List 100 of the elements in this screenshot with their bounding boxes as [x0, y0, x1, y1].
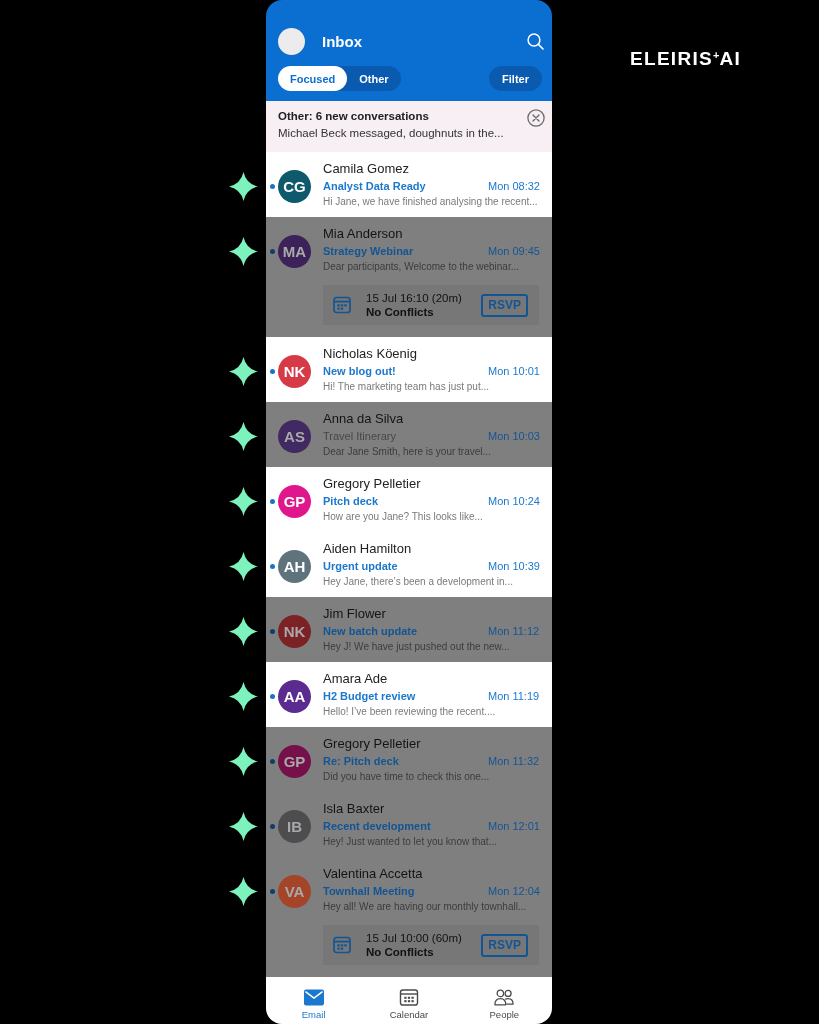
email-preview: Dear participants, Welcome to the webinar...: [323, 260, 521, 274]
sender-name: Camila Gomez: [323, 160, 410, 178]
email-row[interactable]: AS Anna da Silva Travel Itinerary Mon 10:03 Dear Jane Smith, here is your travel...: [266, 402, 552, 467]
email-row[interactable]: GP Gregory Pelletier Pitch deck Mon 10:24 How are you Jane? This looks like...: [266, 467, 552, 532]
sparkle-icon: [229, 877, 258, 906]
avatar: NK: [278, 615, 311, 648]
email-subject: Urgent update: [323, 560, 399, 572]
email-time: Mon 08:32: [488, 180, 541, 192]
email-time: Mon 10:01: [488, 365, 541, 377]
avatar: CG: [278, 170, 311, 203]
email-preview: Hey Jane, there’s been a development in...: [323, 575, 514, 589]
avatar: NK: [278, 355, 311, 388]
sparkle-icon: [229, 357, 258, 386]
email-time: Mon 09:45: [488, 245, 541, 257]
email-time: Mon 10:24: [488, 495, 541, 507]
email-row[interactable]: CG Camila Gomez Analyst Data Ready Mon 08:32 Hi Jane, we have finished analysing the recent...: [266, 152, 552, 217]
sender-name: Gregory Pelletier: [323, 735, 422, 753]
email-subject: Analyst Data Ready: [323, 180, 427, 192]
sparkle-icon: [229, 552, 258, 581]
email-time: Mon 11:32: [488, 755, 541, 767]
calendar-icon: [333, 296, 351, 314]
email-time: Mon 10:03: [488, 430, 541, 442]
tab[interactable]: Focused: [278, 66, 348, 91]
sender-name: Jim Flower: [323, 605, 387, 623]
email-row[interactable]: AA Amara Ade H2 Budget review Mon 11:19 Hello! I’ve been reviewing the recent....: [266, 662, 552, 727]
sparkle-icon: [229, 812, 258, 841]
brand-logo: ELEIRIS$^{+}$AI: [630, 48, 742, 70]
sender-name: Mia Anderson: [323, 225, 404, 243]
sender-name: Anna da Silva: [323, 410, 405, 428]
event-time: 15 Jul 16:10 (20m): [366, 291, 463, 305]
email-row[interactable]: AH Aiden Hamilton Urgent update Mon 10:39 Hey Jane, there’s been a development in...: [266, 532, 552, 597]
avatar: GP: [278, 485, 311, 518]
email-subject: Travel Itinerary: [323, 430, 397, 442]
event-time: 15 Jul 10:00 (60m): [366, 931, 463, 945]
email-time: Mon 11:12: [488, 625, 541, 637]
avatar: MA: [278, 235, 311, 268]
avatar: GP: [278, 745, 311, 778]
email-row[interactable]: NK Jim Flower New batch update Mon 11:12 Hey J! We have just pushed out the new...: [266, 597, 552, 662]
banner-title: Other: 6 new conversations: [278, 109, 430, 124]
email-preview: Did you have time to check this one...: [323, 770, 491, 784]
email-preview: How are you Jane? This looks like...: [323, 510, 484, 524]
email-subject: Strategy Webinar: [323, 245, 415, 257]
email-subject: Re: Pitch deck: [323, 755, 400, 767]
email-subject: Recent development: [323, 820, 432, 832]
email-time: Mon 10:39: [488, 560, 541, 572]
envelope-icon: [303, 989, 324, 1006]
email-time: Mon 11:19: [488, 690, 541, 702]
close-icon[interactable]: [527, 109, 545, 127]
email-subject: Pitch deck: [323, 495, 380, 507]
calendar-icon: [399, 989, 419, 1006]
sparkle-icon: [229, 422, 258, 451]
sparkle-icon: [229, 682, 258, 711]
avatar: IB: [278, 810, 311, 843]
email-preview: Hi! The marketing team has just put...: [323, 380, 490, 394]
nav-tab[interactable]: Calendar: [361, 977, 457, 1024]
sender-name: Valentina Accetta: [323, 865, 424, 883]
email-subject: New blog out!: [323, 365, 397, 377]
avatar: VA: [278, 875, 311, 908]
avatar: AH: [278, 550, 311, 583]
banner-text: Michael Beck messaged, doughnuts in the...: [278, 126, 504, 141]
sender-name: Gregory Pelletier: [323, 475, 422, 493]
sparkle-icon: [229, 747, 258, 776]
email-preview: Hey J! We have just pushed out the new...: [323, 640, 511, 654]
event-status: No Conflicts: [366, 305, 435, 319]
email-row[interactable]: GP Gregory Pelletier Re: Pitch deck Mon 11:32 Did you have time to check this one...: [266, 727, 552, 792]
avatar-icon[interactable]: [278, 28, 305, 55]
email-row[interactable]: IB Isla Baxter Recent development Mon 12:01 Hey! Just wanted to let you know that...: [266, 792, 552, 857]
avatar: AS: [278, 420, 311, 453]
calendar-icon: [333, 936, 351, 954]
sparkle-icon: [229, 237, 258, 266]
sender-name: Amara Ade: [323, 670, 389, 688]
email-row[interactable]: NK Nicholas Köenig New blog out! Mon 10:01 Hi! The marketing team has just put...: [266, 337, 552, 402]
email-preview: Hi Jane, we have finished analysing the recent...: [323, 195, 539, 209]
notification-banner[interactable]: Other: 6 new conversations Michael Beck messaged, doughnuts in the...: [266, 101, 552, 152]
email-row[interactable]: VA Valentina Accetta Townhall Meeting Mon 12:04 Hey all! We are having our monthly townhall... 15 Jul 10:00 (60m) No Conflicts RSVP: [266, 857, 552, 977]
email-preview: Hello! I’ve been reviewing the recent....: [323, 705, 497, 719]
email-row[interactable]: MA Mia Anderson Strategy Webinar Mon 09:45 Dear participants, Welcome to the webinar... 15 Jul 16:10 (20m) No Conflicts RSVP: [266, 217, 552, 337]
email-preview: Hey! Just wanted to let you know that...: [323, 835, 498, 849]
email-time: Mon 12:04: [488, 885, 541, 897]
filter-button[interactable]: Filter: [489, 66, 542, 91]
nav-tab[interactable]: People: [456, 977, 552, 1024]
people-icon: [494, 989, 515, 1006]
sparkle-icon: [229, 172, 258, 201]
email-subject: H2 Budget review: [323, 690, 417, 702]
sparkle-icon: [229, 617, 258, 646]
nav-tab[interactable]: Email: [266, 977, 362, 1024]
email-subject: New batch update: [323, 625, 419, 637]
email-preview: Dear Jane Smith, here is your travel...: [323, 445, 492, 459]
search-icon[interactable]: [527, 33, 544, 50]
avatar: AA: [278, 680, 311, 713]
sender-name: Isla Baxter: [323, 800, 386, 818]
sparkle-icon: [229, 487, 258, 516]
inbox-title: Inbox: [322, 33, 362, 50]
tab[interactable]: Other: [347, 66, 401, 91]
email-preview: Hey all! We are having our monthly townhall...: [323, 900, 528, 914]
event-status: No Conflicts: [366, 945, 435, 959]
sender-name: Aiden Hamilton: [323, 540, 413, 558]
email-subject: Townhall Meeting: [323, 885, 416, 897]
sender-name: Nicholas Köenig: [323, 345, 418, 363]
email-time: Mon 12:01: [488, 820, 541, 832]
